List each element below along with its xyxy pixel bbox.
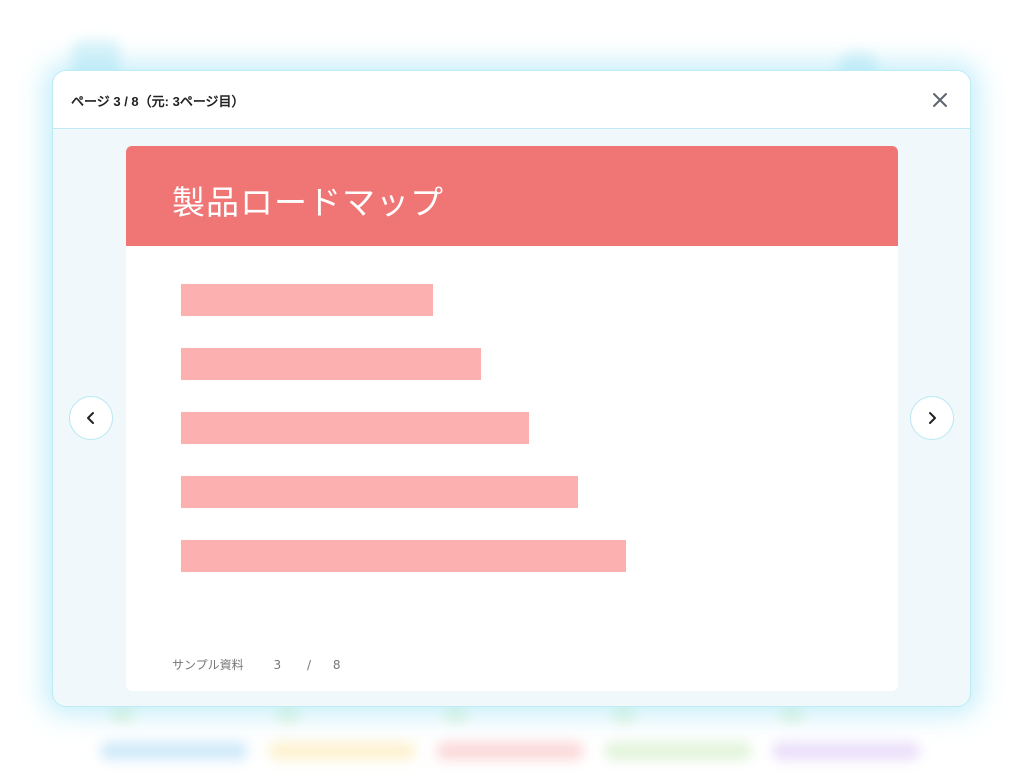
footer-page-separator: /: [306, 658, 311, 672]
next-page-button[interactable]: [910, 396, 954, 440]
background-pill: [100, 742, 248, 760]
slide-preview-modal: ページ 3 / 8（元: 3ページ目） 製品ロードマップ サンプル資料 3 / …: [52, 70, 971, 707]
background-pill: [436, 742, 584, 760]
background-pill: [268, 742, 416, 760]
slide-bar: [181, 412, 529, 444]
background-dot: [110, 706, 134, 722]
close-button[interactable]: [928, 88, 952, 112]
background-dot: [444, 706, 468, 722]
slide-title: 製品ロードマップ: [172, 183, 444, 222]
slide-bar: [181, 284, 433, 316]
slide-bar: [181, 476, 578, 508]
modal-header: ページ 3 / 8（元: 3ページ目）: [53, 71, 970, 129]
background-dot: [612, 706, 636, 722]
footer-label: サンプル資料: [172, 658, 244, 672]
chevron-left-icon: [87, 412, 94, 424]
background-pill: [604, 742, 752, 760]
footer-page-total: 8: [332, 658, 341, 672]
slide-page: 製品ロードマップ サンプル資料 3 / 8: [126, 146, 898, 691]
background-dot: [780, 706, 804, 722]
background-dot: [276, 706, 300, 722]
background-pill: [772, 742, 920, 760]
close-icon: [933, 93, 947, 107]
previous-page-button[interactable]: [69, 396, 113, 440]
slide-bar: [181, 348, 481, 380]
slide-bar: [181, 540, 626, 572]
modal-title: ページ 3 / 8（元: 3ページ目）: [71, 94, 245, 109]
footer-page-current: 3: [273, 658, 282, 672]
slide-header: 製品ロードマップ: [126, 146, 898, 246]
slide-footer: サンプル資料 3 / 8: [172, 656, 340, 673]
chevron-right-icon: [929, 412, 936, 424]
